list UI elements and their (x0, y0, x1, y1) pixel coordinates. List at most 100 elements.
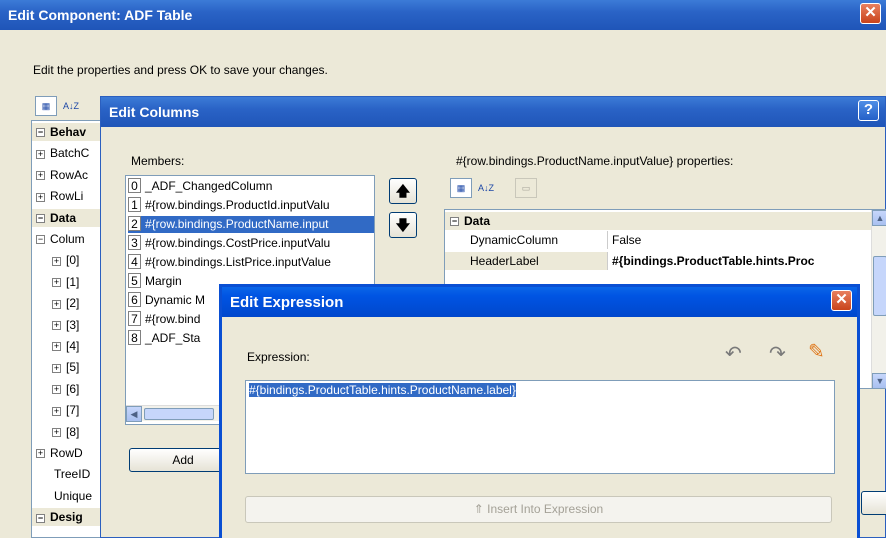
member-item[interactable]: 0 _ADF_ChangedColumn (128, 178, 374, 195)
outer-grid-row[interactable]: − Behav (32, 123, 102, 141)
member-label: #{row.bindings.ListPrice.inputValue (145, 255, 331, 269)
expand-icon[interactable]: + (52, 427, 61, 437)
outer-grid-row[interactable]: + [1] (32, 273, 102, 291)
sort-az-icon: A↓Z (477, 183, 494, 193)
expand-icon[interactable]: + (52, 363, 61, 373)
outer-grid-row-label: [0] (66, 253, 80, 268)
property-pages-button[interactable]: ▭ (515, 178, 537, 198)
alphabetical-button[interactable]: A↓Z (60, 96, 82, 116)
props-alphabetical-button[interactable]: A↓Z (475, 178, 497, 198)
member-item[interactable]: 2 #{row.bindings.ProductName.input (128, 216, 374, 233)
member-item[interactable]: 1 #{row.bindings.ProductId.inputValu (128, 197, 374, 214)
redo-icon[interactable]: ↷ (769, 341, 786, 366)
member-index: 7 (128, 311, 141, 326)
member-label: Dynamic M (145, 293, 206, 307)
expand-icon[interactable]: + (36, 171, 45, 181)
outer-grid-row[interactable]: + [3] (32, 316, 102, 334)
outer-grid-row[interactable]: + RowLi (32, 187, 102, 205)
partial-button[interactable] (861, 491, 886, 515)
outer-grid-row[interactable]: + RowD (32, 444, 102, 462)
member-index: 5 (128, 273, 141, 288)
outer-grid-row[interactable]: − Desig (32, 508, 102, 527)
member-label: Margin (145, 274, 182, 288)
property-value[interactable]: #{bindings.ProductTable.hints.Proc (607, 252, 871, 270)
outer-grid-row[interactable]: Unique (32, 487, 102, 505)
member-item[interactable]: 4 #{row.bindings.ListPrice.inputValue (128, 254, 374, 271)
expression-label: Expression: (247, 350, 310, 364)
collapse-icon[interactable]: − (36, 213, 45, 223)
outer-grid-row[interactable]: TreeID (32, 465, 102, 483)
add-label: Add (172, 453, 194, 467)
outer-grid-row[interactable]: + RowAc (32, 166, 102, 184)
props-v-thumb[interactable] (873, 256, 886, 316)
props-categorized-button[interactable]: ▦ (450, 178, 472, 198)
outer-grid-row[interactable]: − Colum (32, 230, 102, 248)
expand-icon[interactable]: + (52, 342, 61, 352)
outer-grid-row[interactable]: + [6] (32, 380, 102, 398)
close-icon: ✕ (864, 4, 877, 21)
member-index: 0 (128, 178, 141, 193)
edit-component-titlebar[interactable]: Edit Component: ADF Table (0, 0, 886, 30)
expand-icon[interactable]: + (52, 406, 61, 416)
scroll-up-icon[interactable]: ▲ (872, 210, 886, 226)
help-button[interactable]: ? (858, 100, 879, 121)
outer-property-grid[interactable]: − Behav + BatchC + RowAc + RowLi − Data − Colum + [0]… (31, 120, 103, 538)
member-index: 4 (128, 254, 141, 269)
expand-icon[interactable]: + (52, 278, 61, 288)
outer-grid-row[interactable]: + [2] (32, 294, 102, 312)
expression-input[interactable]: #{bindings.ProductTable.hints.ProductNam… (245, 380, 835, 474)
undo-icon[interactable]: ↶ (725, 341, 742, 366)
edit-expression-titlebar[interactable]: Edit Expression (222, 287, 857, 317)
outer-grid-row-label: BatchC (50, 146, 90, 161)
collapse-icon[interactable]: − (36, 235, 45, 245)
edit-expression-title: Edit Expression (230, 293, 344, 311)
property-category-data[interactable]: − Data (445, 212, 886, 230)
outer-grid-row[interactable]: + [0] (32, 251, 102, 269)
collapse-icon[interactable]: − (450, 217, 459, 227)
close-icon: ✕ (835, 291, 848, 308)
expand-icon[interactable]: + (52, 299, 61, 309)
move-down-button[interactable]: 🡇 (389, 212, 417, 238)
expand-icon[interactable]: + (52, 256, 61, 266)
member-label: _ADF_ChangedColumn (145, 179, 273, 193)
property-value[interactable]: False (607, 231, 871, 249)
property-name: HeaderLabel (470, 254, 539, 268)
expand-icon[interactable]: + (36, 192, 45, 202)
outer-grid-row-label: RowLi (50, 189, 84, 204)
insert-into-expression-button[interactable]: ⇑ Insert Into Expression (245, 496, 832, 523)
expand-icon[interactable]: + (52, 385, 61, 395)
edit-expression-close-button[interactable]: ✕ (831, 290, 852, 311)
outer-grid-row[interactable]: + [8] (32, 423, 102, 441)
outer-grid-row[interactable]: + [4] (32, 337, 102, 355)
property-row[interactable]: DynamicColumn False (445, 231, 871, 249)
member-index: 2 (128, 216, 141, 231)
outer-grid-row-label: Data (50, 210, 77, 225)
outer-grid-row-label: Desig (50, 510, 83, 525)
property-row[interactable]: HeaderLabel #{bindings.ProductTable.hints… (445, 252, 871, 270)
expand-icon[interactable]: + (52, 320, 61, 330)
expand-icon[interactable]: + (36, 449, 45, 459)
sort-az-icon: A↓Z (62, 101, 79, 111)
move-up-button[interactable]: 🡅 (389, 178, 417, 204)
member-label: #{row.bindings.CostPrice.inputValu (145, 236, 331, 250)
edit-component-close-button[interactable]: ✕ (860, 3, 881, 24)
outer-grid-row-label: [1] (66, 274, 80, 289)
props-v-scrollbar[interactable]: ▲ ▼ (871, 210, 886, 388)
members-h-thumb[interactable] (144, 408, 214, 420)
edit-columns-titlebar[interactable]: Edit Columns (101, 97, 885, 127)
collapse-icon[interactable]: − (36, 128, 45, 138)
expand-icon[interactable]: + (36, 149, 45, 159)
outer-grid-row[interactable]: + [5] (32, 358, 102, 376)
outer-grid-row[interactable]: + BatchC (32, 144, 102, 162)
clear-icon[interactable]: ✎ (808, 339, 825, 364)
help-icon: ? (863, 101, 874, 118)
collapse-icon[interactable]: − (36, 513, 45, 523)
categorized-button[interactable]: ▦ (35, 96, 57, 116)
outer-grid-row-label: [7] (66, 403, 80, 418)
scroll-left-icon[interactable]: ◀ (126, 406, 142, 422)
outer-grid-row[interactable]: − Data (32, 208, 102, 227)
outer-grid-row[interactable]: + [7] (32, 401, 102, 419)
outer-grid-row-label: Colum (50, 232, 85, 246)
member-item[interactable]: 3 #{row.bindings.CostPrice.inputValu (128, 235, 374, 252)
scroll-down-icon[interactable]: ▼ (872, 373, 886, 388)
